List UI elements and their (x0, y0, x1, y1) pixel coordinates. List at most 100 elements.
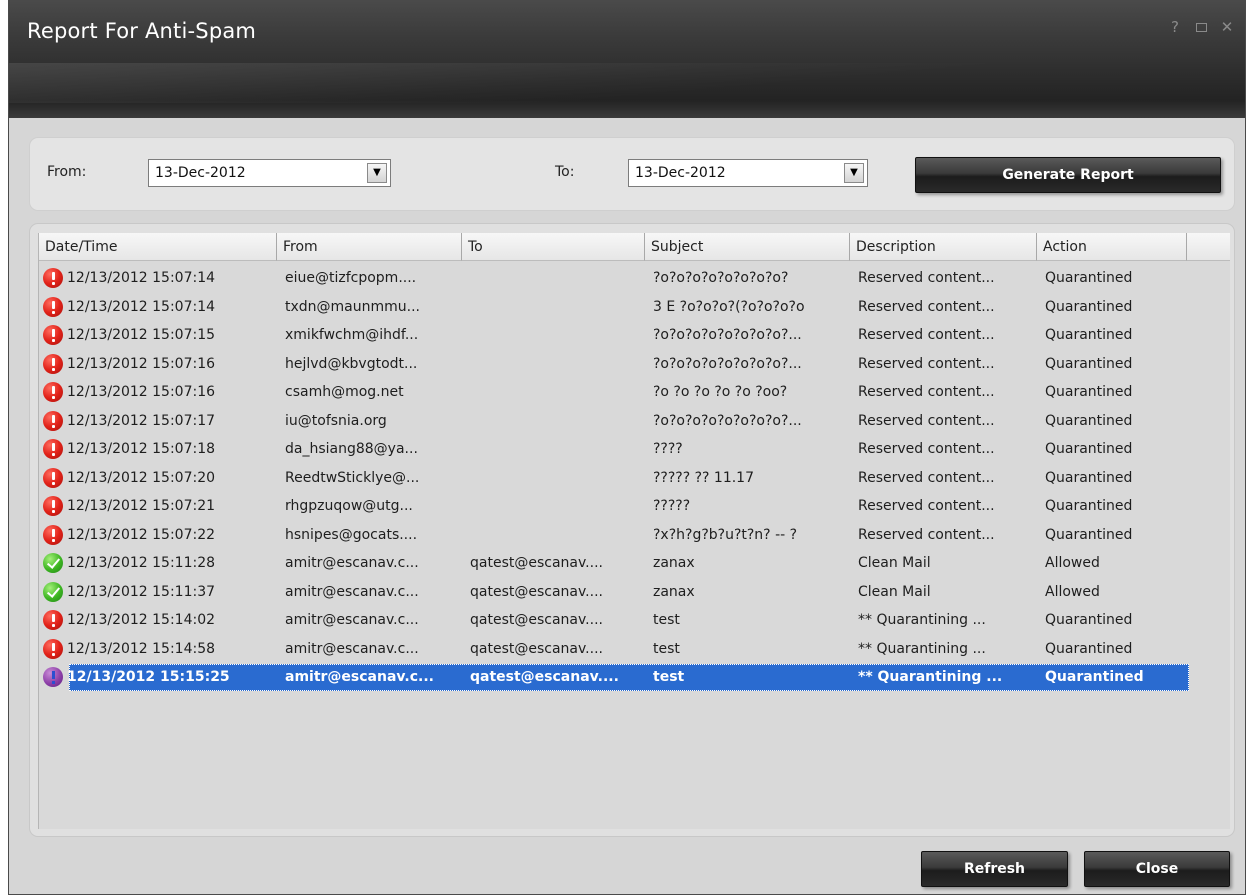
column-header-description[interactable]: Description (850, 233, 1037, 261)
table-body: 12/13/2012 15:07:14 eiue@tizfcpopm.... ?o?… (39, 264, 1230, 692)
cell-subject: ?o?o?o?o?o?o?o?o?... (653, 412, 802, 429)
table-row[interactable]: 12/13/2012 15:07:15 xmikfwchm@ihdf... ?o?o… (39, 321, 1230, 350)
alert-icon (43, 524, 63, 545)
datetime-text: 12/13/2012 15:11:28 (67, 555, 216, 572)
cell-to (462, 293, 645, 322)
cell-datetime: 12/13/2012 15:11:28 (39, 549, 277, 578)
column-header-action[interactable]: Action (1037, 233, 1187, 261)
from-label: From: (47, 164, 87, 180)
cell-description: Reserved content... (858, 498, 995, 514)
cell-description: ** Quarantining ... (858, 612, 986, 628)
cell-subject: ?o?o?o?o?o?o?o?o?... (653, 327, 802, 343)
cell-to (462, 435, 645, 464)
cell-subject: zanax (653, 555, 695, 571)
cell-action: Quarantined (1045, 384, 1133, 400)
cell-action: Quarantined (1045, 669, 1144, 685)
cell-datetime: 12/13/2012 15:07:17 (39, 407, 277, 436)
table-row[interactable]: 12/13/2012 15:07:14 eiue@tizfcpopm.... ?o?… (39, 264, 1230, 293)
table-row[interactable]: 12/13/2012 15:11:28 amitr@escanav.c... qat… (39, 549, 1230, 578)
cell-action: Quarantined (1045, 441, 1133, 457)
cell-action: Quarantined (1045, 412, 1133, 429)
alert-icon (43, 296, 63, 317)
datetime-text: 12/13/2012 15:07:18 (67, 441, 216, 458)
column-header-to[interactable]: To (462, 233, 645, 261)
chevron-down-icon[interactable]: ▼ (844, 163, 864, 183)
cell-to (462, 464, 645, 493)
cell-from: da_hsiang88@ya... (285, 441, 418, 457)
datetime-text: 12/13/2012 15:14:58 (67, 640, 216, 657)
table-row[interactable]: 12/13/2012 15:07:14 txdn@maunmmu... 3 E ?o… (39, 293, 1230, 322)
cell-to: qatest@escanav.... (470, 583, 603, 600)
alert-icon (43, 268, 63, 289)
table-row[interactable]: 12/13/2012 15:07:16 csamh@mog.net ?o ?o ?o… (39, 378, 1230, 407)
window-controls: ? ✕ (1165, 17, 1237, 37)
table-row[interactable]: 12/13/2012 15:07:17 iu@tofsnia.org ?o?o?o?… (39, 407, 1230, 436)
cell-datetime: 12/13/2012 15:07:14 (39, 293, 277, 322)
cell-subject: test (653, 612, 680, 628)
cell-description: Reserved content... (858, 270, 995, 286)
restore-icon[interactable] (1191, 17, 1211, 37)
cell-to: qatest@escanav.... (470, 555, 603, 571)
cell-from: ReedtwSticklye@... (285, 469, 420, 486)
cell-description: Reserved content... (858, 469, 995, 486)
generate-report-button[interactable]: Generate Report (915, 157, 1221, 193)
table-row[interactable]: 12/13/2012 15:07:16 hejlvd@kbvgtodt... ?o?… (39, 350, 1230, 379)
alert-icon (43, 410, 63, 431)
cell-description: ** Quarantining ... (858, 669, 1003, 685)
table-row[interactable]: 12/13/2012 15:07:20 ReedtwSticklye@...???… (39, 464, 1230, 493)
column-header-from[interactable]: From (277, 233, 462, 261)
to-date-value: 13-Dec-2012 (635, 165, 726, 181)
table-row[interactable]: 12/13/2012 15:07:21 rhgpzuqow@utg...?????… (39, 492, 1230, 521)
to-label: To: (555, 164, 575, 180)
cell-from: amitr@escanav.c... (285, 640, 419, 657)
cell-subject: ?o?o?o?o?o?o?o?o?... (653, 355, 802, 372)
cell-description: ** Quarantining ... (858, 640, 986, 657)
cell-subject: ????? ?? 11.17 (653, 469, 754, 486)
alert-icon (43, 610, 63, 631)
table-row[interactable]: 12/13/2012 15:14:58 amitr@escanav.c... qat… (39, 635, 1230, 664)
cell-from: iu@tofsnia.org (285, 412, 387, 429)
help-icon[interactable]: ? (1165, 17, 1185, 37)
chevron-down-icon[interactable]: ▼ (367, 163, 387, 183)
refresh-button[interactable]: Refresh (921, 851, 1068, 887)
report-table[interactable]: Date/Time From To Subject Description Ac… (38, 233, 1230, 829)
cell-subject: 3 E ?o?o?o?(?o?o?o?o (653, 298, 805, 315)
report-list-panel: Date/Time From To Subject Description Ac… (29, 223, 1235, 837)
datetime-text: 12/13/2012 15:07:14 (67, 270, 216, 287)
cell-from: csamh@mog.net (285, 384, 404, 400)
table-row[interactable]: 12/13/2012 15:14:02 amitr@escanav.c... qat… (39, 606, 1230, 635)
cell-datetime: 12/13/2012 15:15:25 (39, 663, 277, 692)
cell-from: amitr@escanav.c... (285, 583, 419, 600)
table-row[interactable]: 12/13/2012 15:07:22 hsnipes@gocats.... ?x?… (39, 521, 1230, 550)
table-row[interactable]: 12/13/2012 15:15:25 amitr@escanav.c... qat… (39, 663, 1230, 692)
cell-description: Reserved content... (858, 384, 995, 400)
close-icon[interactable]: ✕ (1217, 17, 1237, 37)
from-date-value: 13-Dec-2012 (155, 165, 246, 181)
cell-from: hejlvd@kbvgtodt... (285, 355, 418, 372)
cell-subject: ???? (653, 441, 683, 457)
cell-from: hsnipes@gocats.... (285, 526, 418, 543)
window-title: Report For Anti-Spam (27, 19, 257, 43)
table-header: Date/Time From To Subject Description Ac… (39, 233, 1230, 261)
cell-datetime: 12/13/2012 15:11:37 (39, 578, 277, 607)
from-date-select[interactable]: 13-Dec-2012 ▼ (148, 159, 391, 187)
datetime-text: 12/13/2012 15:07:16 (67, 355, 216, 372)
cell-from: amitr@escanav.c... (285, 669, 434, 685)
table-row[interactable]: 12/13/2012 15:11:37 amitr@escanav.c... qat… (39, 578, 1230, 607)
close-button[interactable]: Close (1084, 851, 1230, 887)
alert-icon (43, 382, 63, 403)
column-header-datetime[interactable]: Date/Time (39, 233, 277, 261)
column-header-subject[interactable]: Subject (645, 233, 850, 261)
to-date-select[interactable]: 13-Dec-2012 ▼ (628, 159, 868, 187)
cell-to (462, 521, 645, 550)
cell-to (462, 321, 645, 350)
cell-description: Reserved content... (858, 327, 995, 343)
cell-to: qatest@escanav.... (470, 669, 619, 685)
datetime-text: 12/13/2012 15:14:02 (67, 612, 216, 629)
cell-subject: test (653, 669, 685, 685)
cell-subject: ?x?h?g?b?u?t?n? -- ? (653, 526, 798, 543)
cell-from: amitr@escanav.c... (285, 612, 419, 628)
check-icon (43, 581, 63, 602)
cell-datetime: 12/13/2012 15:07:18 (39, 435, 277, 464)
table-row[interactable]: 12/13/2012 15:07:18 da_hsiang88@ya...????… (39, 435, 1230, 464)
